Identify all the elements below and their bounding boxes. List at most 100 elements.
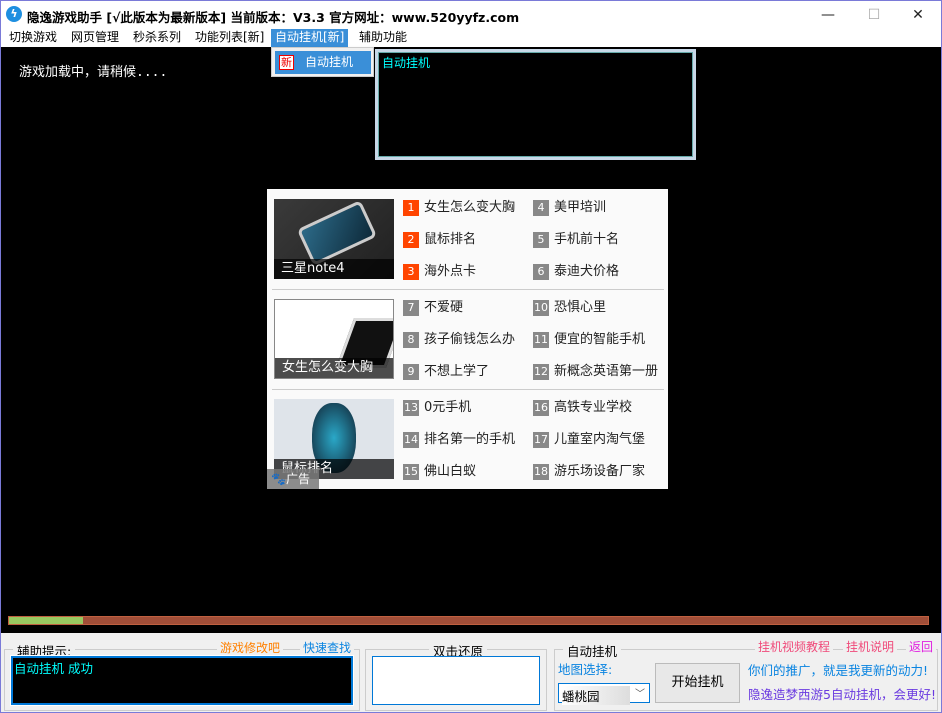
rank-number: 16 (533, 399, 549, 416)
rank-number: 7 (403, 299, 419, 316)
start-hangup-button[interactable]: 开始挂机 (655, 663, 740, 703)
ad-thumb-mouse[interactable]: 鼠标排名 (274, 399, 394, 479)
link-video-tutorial[interactable]: 挂机视频教程 (755, 638, 834, 655)
ad-thumb-phone2[interactable]: 女生怎么变大胸 (274, 299, 394, 379)
ad-thumb-phone[interactable]: 三星note4 (274, 199, 394, 279)
ad-list-item[interactable]: 12 新概念英语第一册 (533, 363, 659, 381)
ad-item-label: 游乐场设备厂家 (554, 464, 646, 479)
ad-list-item[interactable]: 1 女生怎么变大胸 (403, 199, 529, 217)
map-label: 地图选择: (558, 662, 613, 677)
thumb-caption: 三星note4 (274, 259, 394, 279)
ad-list-item[interactable]: 3 海外点卡 (403, 263, 529, 281)
ad-item-label: 美甲培训 (554, 200, 607, 215)
rank-number: 9 (403, 363, 419, 380)
ad-list-item[interactable]: 18 游乐场设备厂家 (533, 463, 659, 481)
restore-box[interactable] (372, 656, 540, 705)
ad-list-item[interactable]: 15 佛山白蚁 (403, 463, 529, 481)
ad-list-item[interactable]: 10 恐惧心里 (533, 299, 659, 317)
ad-item-label: 不爱硬 (424, 300, 464, 315)
map-value: 蟠桃园 (562, 686, 630, 705)
ad-item-label: 新概念英语第一册 (554, 364, 659, 379)
ad-list-item[interactable]: 7 不爱硬 (403, 299, 529, 317)
thumb-caption: 女生怎么变大胸 (275, 358, 393, 378)
ad-list-item[interactable]: 6 泰迪犬价格 (533, 263, 659, 281)
menu-web-manage[interactable]: 网页管理 (67, 29, 123, 47)
progress-fill (9, 617, 83, 624)
rank-number: 18 (533, 463, 549, 480)
rank-number: 17 (533, 431, 549, 448)
title-bar: ϟ 隐逸游戏助手 [√此版本为最新版本] 当前版本：V3.3 官方网址：www.… (1, 1, 941, 29)
menu-seckill[interactable]: 秒杀系列 (129, 29, 185, 47)
window-title: 隐逸游戏助手 [√此版本为最新版本] 当前版本：V3.3 官方网址：www.52… (27, 10, 520, 25)
menu-switch-game[interactable]: 切换游戏 (5, 29, 61, 47)
rank-number: 8 (403, 331, 419, 348)
link-back[interactable]: 返回 (906, 638, 937, 655)
rank-number: 6 (533, 263, 549, 280)
rank-number: 3 (403, 263, 419, 280)
rank-number: 15 (403, 463, 419, 480)
rank-number: 5 (533, 231, 549, 248)
ad-badge-label: 广告 (285, 472, 310, 486)
ad-list-item[interactable]: 2 鼠标排名 (403, 231, 529, 249)
ad-list-item[interactable]: 13 0元手机 (403, 399, 529, 417)
paw-icon: 🐾 (271, 472, 286, 486)
ad-item-label: 便宜的智能手机 (554, 332, 646, 347)
menu-item-auto-hangup[interactable]: 新 自动挂机 (275, 51, 371, 74)
rank-number: 12 (533, 363, 549, 380)
link-quick-search[interactable]: 快速查找 (300, 639, 355, 656)
ad-list-item[interactable]: 14 排名第一的手机 (403, 431, 529, 449)
ad-item-label: 排名第一的手机 (424, 432, 516, 447)
rank-number: 13 (403, 399, 419, 416)
ad-list-item[interactable]: 4 美甲培训 (533, 199, 659, 217)
maximize-button[interactable]: ☐ (851, 1, 897, 29)
auto-label: 自动挂机 (563, 641, 622, 660)
minimize-button[interactable]: — (805, 1, 851, 29)
rank-number: 1 (403, 199, 419, 216)
menu-auto-hangup[interactable]: 自动挂机[新] (271, 29, 349, 47)
ad-list-item[interactable]: 8 孩子偷钱怎么办 (403, 331, 529, 349)
menu-item-label: 自动挂机 (305, 55, 354, 69)
hint-output: 自动挂机 成功 (10, 655, 354, 706)
ad-list-item[interactable]: 5 手机前十名 (533, 231, 659, 249)
popup-text: 自动挂机 (378, 52, 693, 157)
rank-number: 4 (533, 199, 549, 216)
promo-text-1: 你们的推广，就是我更新的动力! (748, 663, 929, 678)
ad-item-label: 高铁专业学校 (554, 400, 633, 415)
map-select[interactable]: 蟠桃园 ﹀ (558, 683, 650, 705)
popup-window: 自动挂机 (375, 49, 696, 160)
loading-text: 游戏加载中，请稍候.... (19, 65, 168, 80)
ad-list-item[interactable]: 11 便宜的智能手机 (533, 331, 659, 349)
ad-list-item[interactable]: 17 儿童室内淘气堡 (533, 431, 659, 449)
phone-image (296, 200, 378, 266)
rank-number: 10 (533, 299, 549, 316)
ad-item-label: 佛山白蚁 (424, 464, 477, 479)
rank-number: 2 (403, 231, 419, 248)
promo-text-2: 隐逸造梦西游5自动挂机，会更好! (748, 687, 936, 702)
divider (272, 289, 664, 290)
ad-badge[interactable]: 🐾广告 (267, 469, 319, 489)
ad-item-label: 不想上学了 (424, 364, 490, 379)
menu-function-list[interactable]: 功能列表[新] (191, 29, 268, 47)
menu-assist[interactable]: 辅助功能 (355, 29, 411, 47)
link-help[interactable]: 挂机说明 (843, 638, 898, 655)
ad-item-label: 泰迪犬价格 (554, 264, 620, 279)
ad-item-label: 鼠标排名 (424, 232, 477, 247)
new-icon: 新 (279, 55, 294, 70)
ad-item-label: 0元手机 (424, 400, 472, 415)
app-logo-icon: ϟ (6, 6, 22, 22)
ad-item-label: 女生怎么变大胸 (424, 200, 516, 215)
ad-panel: 三星note4 女生怎么变大胸 鼠标排名 1 女生怎么变大胸 2 鼠标排名 3 海外点卡 4… (267, 189, 668, 489)
close-button[interactable]: ✕ (895, 1, 941, 29)
ad-item-label: 孩子偷钱怎么办 (424, 332, 516, 347)
rank-number: 11 (533, 331, 549, 348)
ad-item-label: 恐惧心里 (554, 300, 607, 315)
ad-item-label: 海外点卡 (424, 264, 477, 279)
ad-item-label: 手机前十名 (554, 232, 620, 247)
chevron-down-icon: ﹀ (635, 689, 645, 700)
menu-bar: 切换游戏 网页管理 秒杀系列 功能列表[新] 自动挂机[新] 辅助功能 (1, 29, 941, 47)
divider (272, 389, 664, 390)
link-game-mod[interactable]: 游戏修改吧 (217, 639, 284, 656)
ad-list-item[interactable]: 9 不想上学了 (403, 363, 529, 381)
ad-list-item[interactable]: 16 高铁专业学校 (533, 399, 659, 417)
ad-item-label: 儿童室内淘气堡 (554, 432, 646, 447)
